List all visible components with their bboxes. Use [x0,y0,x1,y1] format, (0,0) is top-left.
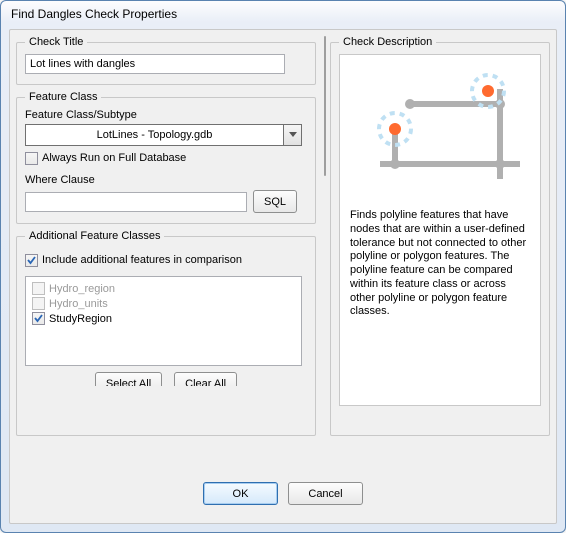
ok-button[interactable]: OK [203,482,278,505]
where-clause-input[interactable] [25,192,247,212]
cancel-button[interactable]: Cancel [288,482,363,505]
list-item[interactable]: StudyRegion [32,311,295,326]
description-box: Finds polyline features that have nodes … [339,54,541,406]
select-all-button[interactable]: Select All [95,372,162,386]
always-run-label: Always Run on Full Database [42,152,186,164]
feature-class-group: Feature Class Feature Class/Subtype LotL… [16,91,316,224]
list-item-checkbox[interactable] [32,297,45,310]
check-title-group: Check Title [16,36,316,85]
additional-fc-group: Additional Feature Classes Include addit… [16,230,316,436]
description-legend: Check Description [339,36,436,48]
scrollbar-thumb[interactable] [324,36,326,176]
feature-class-label: Feature Class/Subtype [25,109,307,121]
additional-fc-legend: Additional Feature Classes [25,230,164,242]
list-item[interactable]: Hydro_region [32,281,295,296]
check-title-legend: Check Title [25,36,87,48]
check-title-input[interactable] [25,54,285,74]
feature-class-legend: Feature Class [25,91,101,103]
description-text: Finds polyline features that have nodes … [350,209,530,319]
include-additional-row[interactable]: Include additional features in compariso… [25,252,307,268]
dialog-window: Find Dangles Check Properties Check Titl… [0,0,566,533]
list-item-checkbox[interactable] [32,282,45,295]
left-scrollbar[interactable] [322,36,324,436]
dangles-illustration [350,69,530,199]
description-group: Check Description [330,36,550,436]
list-item-label: StudyRegion [49,313,112,325]
where-label: Where Clause [25,174,307,186]
include-additional-checkbox[interactable] [25,254,38,267]
clear-all-button[interactable]: Clear All [174,372,237,386]
list-item-label: Hydro_region [49,283,115,295]
window-title: Find Dangles Check Properties [1,1,565,29]
always-run-row[interactable]: Always Run on Full Database [25,150,307,166]
always-run-checkbox[interactable] [25,152,38,165]
list-item-label: Hydro_units [49,298,108,310]
list-item-checkbox[interactable] [32,312,45,325]
right-panel: Check Description [330,36,550,436]
dialog-buttons: OK Cancel [10,482,556,505]
left-panel: Check Title Feature Class Feature Class/… [16,36,316,436]
feature-class-combo[interactable]: LotLines - Topology.gdb [25,124,302,146]
feature-class-selected: LotLines - Topology.gdb [26,125,283,145]
sql-button[interactable]: SQL [253,190,297,213]
additional-listbox[interactable]: Hydro_region Hydro_units StudyRegion [25,276,302,366]
dialog-client: Check Title Feature Class Feature Class/… [9,29,557,524]
list-item[interactable]: Hydro_units [32,296,295,311]
chevron-down-icon[interactable] [283,125,301,145]
include-additional-label: Include additional features in compariso… [42,254,242,266]
